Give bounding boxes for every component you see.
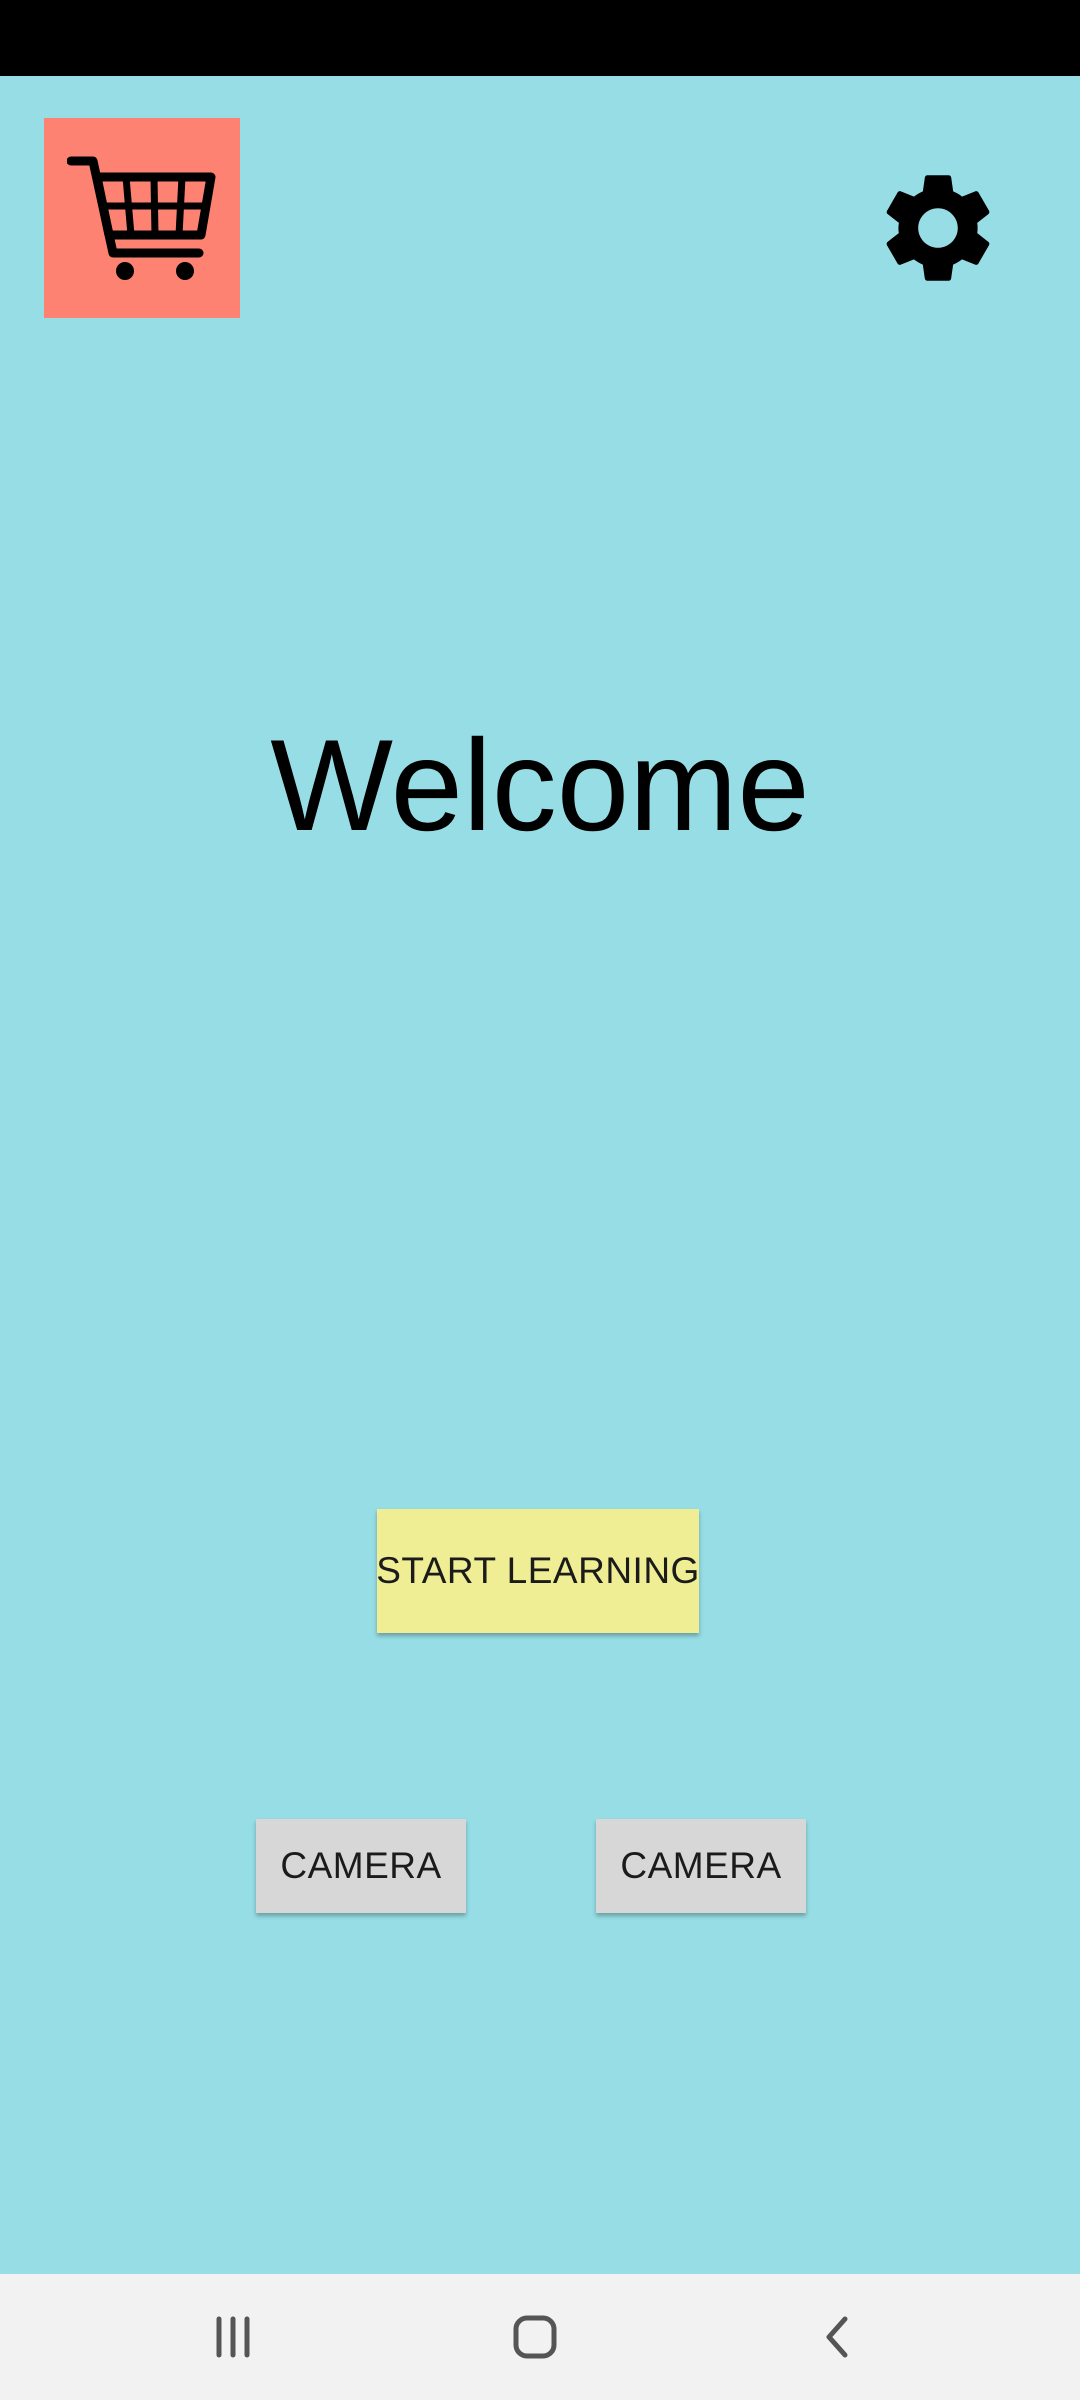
recents-icon bbox=[216, 2316, 250, 2358]
recents-button[interactable] bbox=[173, 2292, 293, 2382]
home-button[interactable] bbox=[475, 2292, 595, 2382]
cart-button[interactable] bbox=[44, 118, 240, 318]
settings-button[interactable] bbox=[866, 156, 1010, 300]
welcome-title: Welcome bbox=[270, 712, 810, 858]
gear-icon bbox=[886, 175, 990, 281]
camera-button-left[interactable]: CAMERA bbox=[256, 1819, 466, 1913]
back-icon bbox=[826, 2316, 848, 2358]
camera-button-right[interactable]: CAMERA bbox=[596, 1819, 806, 1913]
home-icon bbox=[513, 2315, 557, 2359]
system-navigation-bar bbox=[0, 2274, 1080, 2400]
back-button[interactable] bbox=[777, 2292, 897, 2382]
start-learning-button[interactable]: START LEARNING bbox=[376, 1509, 699, 1633]
status-bar bbox=[0, 0, 1080, 76]
shopping-cart-icon bbox=[67, 156, 216, 280]
app-screen: Welcome START LEARNING CAMERA CAMERA bbox=[0, 0, 1080, 2400]
